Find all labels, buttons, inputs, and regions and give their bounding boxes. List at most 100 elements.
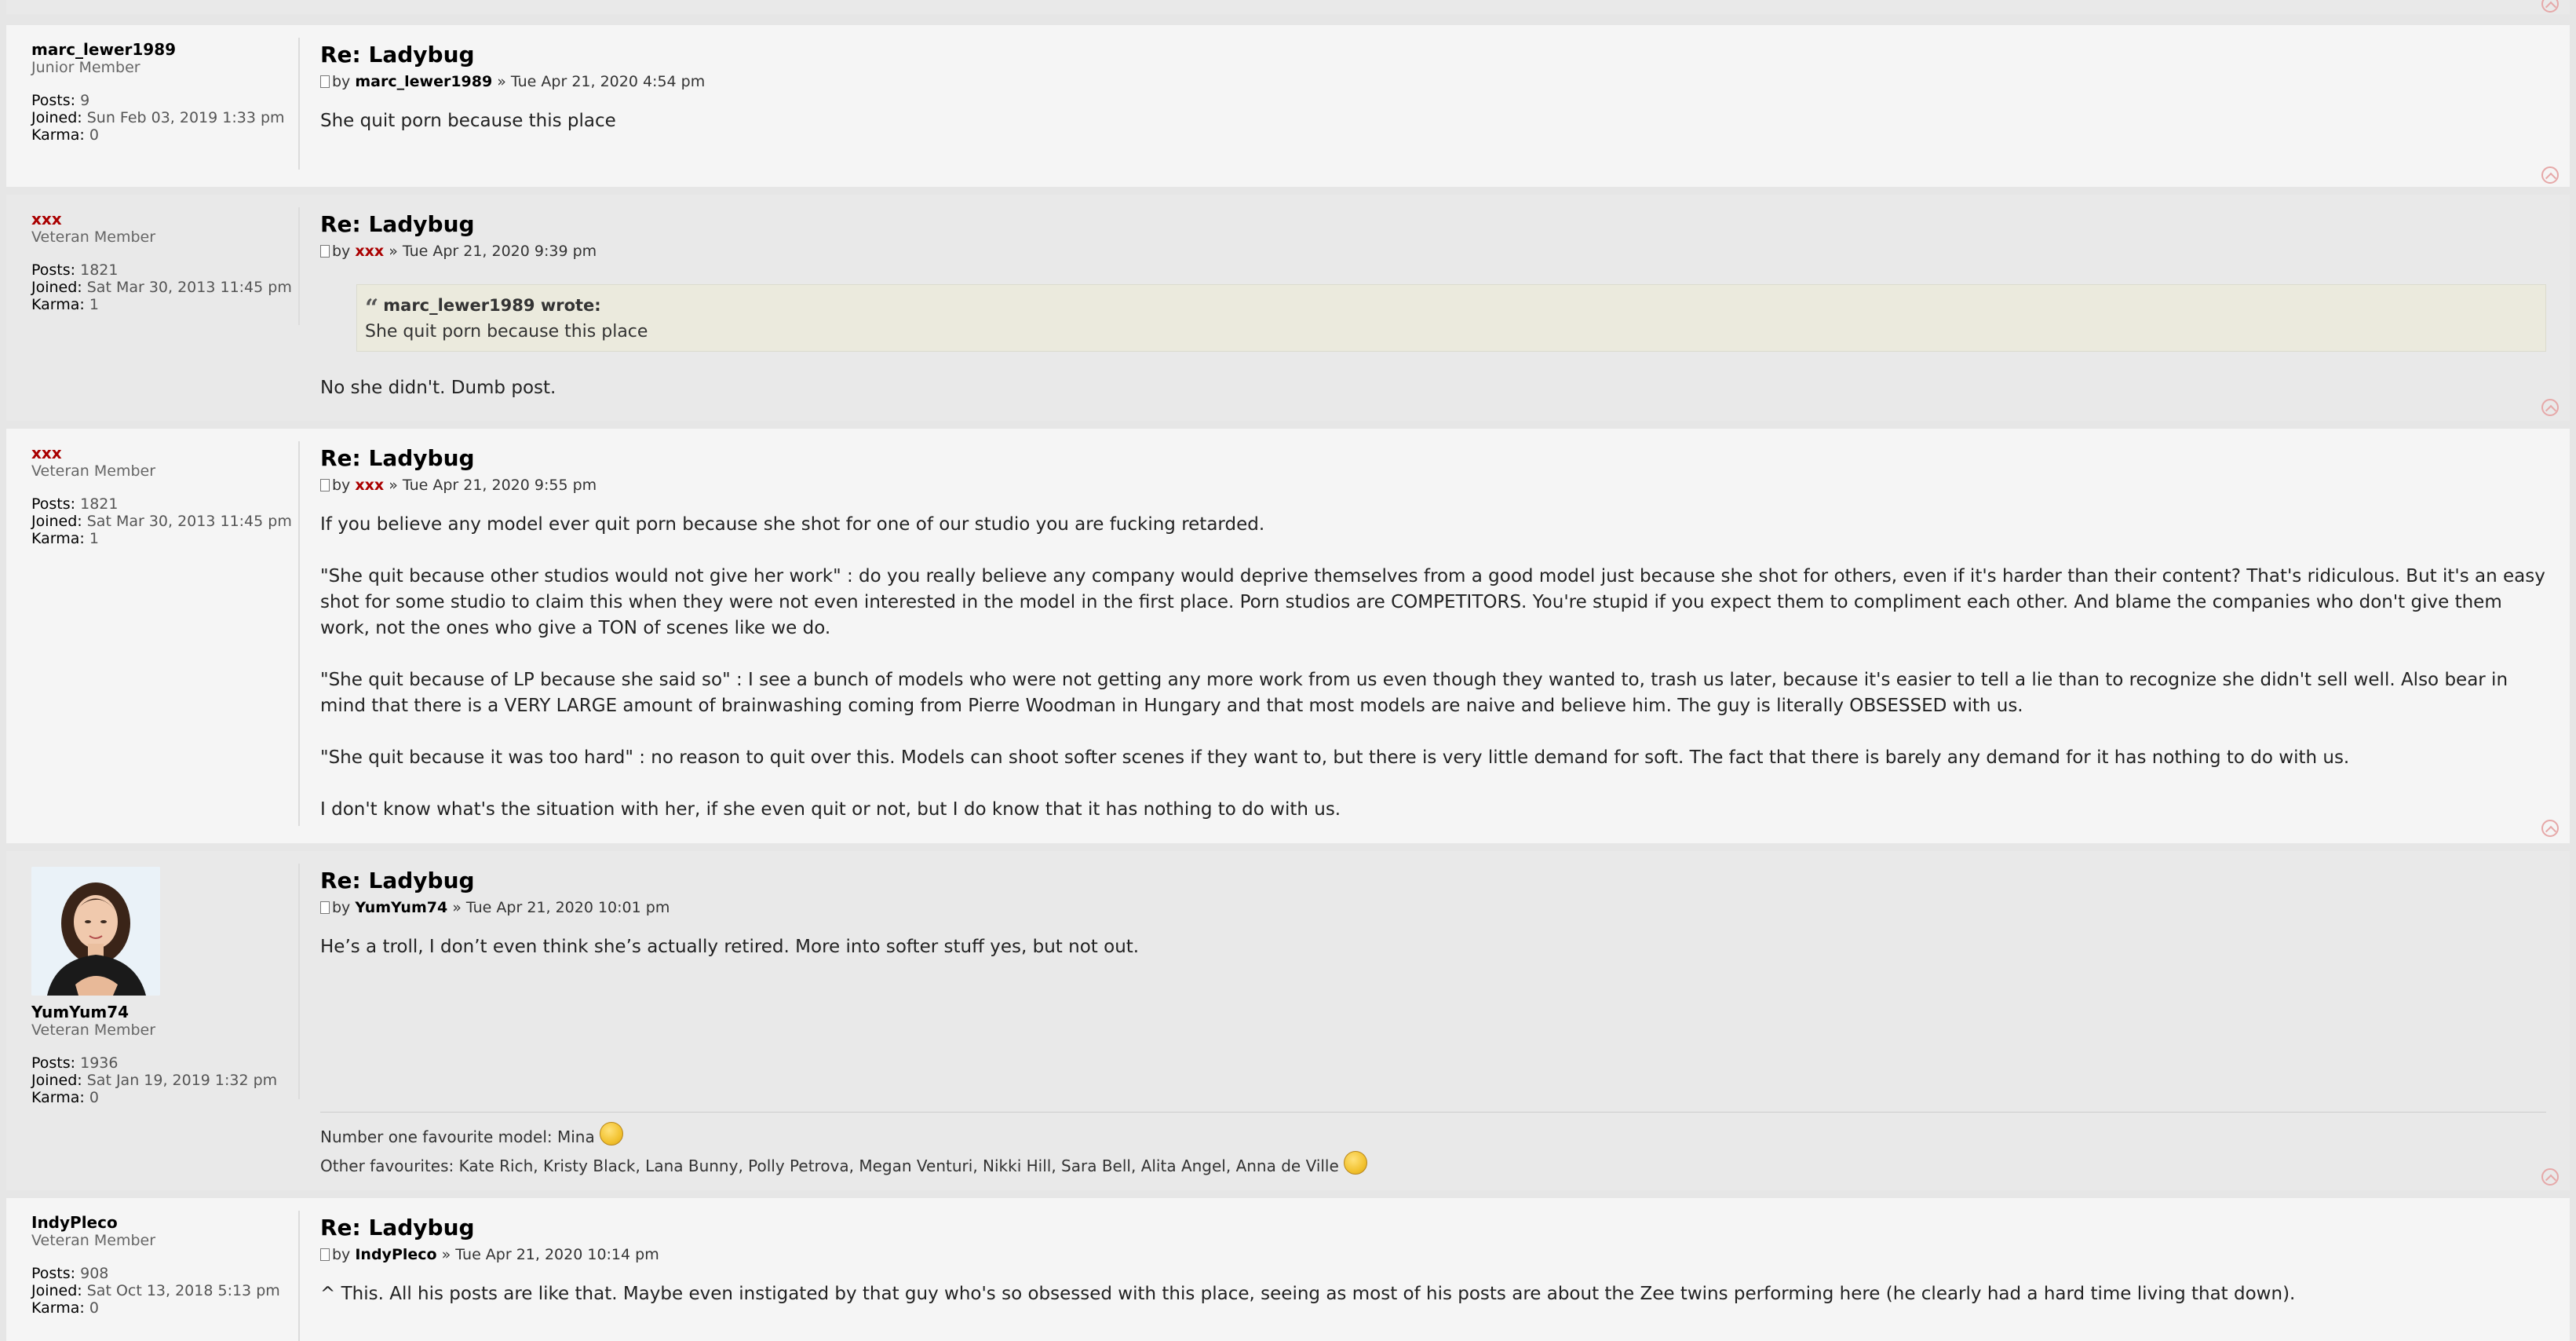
post-count-label: Posts: bbox=[31, 495, 76, 513]
post-paragraph: "She quit because other studios would no… bbox=[320, 566, 2545, 638]
joined-date: Joined: Sat Mar 30, 2013 11:45 pm bbox=[31, 279, 297, 296]
karma-label: Karma: bbox=[31, 1299, 85, 1317]
post-count: Posts: 9 bbox=[31, 92, 297, 109]
quote-icon: “ bbox=[365, 294, 379, 322]
username-link[interactable]: xxx bbox=[31, 210, 62, 228]
post-author-link[interactable]: xxx bbox=[355, 477, 384, 494]
back-to-top-icon[interactable] bbox=[2541, 166, 2559, 184]
post-count-label: Posts: bbox=[31, 1054, 76, 1072]
post-paragraph: No she didn't. Dumb post. bbox=[320, 378, 556, 398]
post-date: » Tue Apr 21, 2020 10:14 pm bbox=[441, 1246, 659, 1263]
by-label: by bbox=[332, 73, 351, 90]
post-title[interactable]: Re: Ladybug bbox=[320, 444, 2546, 473]
karma-value: 0 bbox=[89, 1089, 99, 1106]
joined-label: Joined: bbox=[31, 513, 82, 530]
profile-divider bbox=[298, 441, 300, 826]
karma: Karma: 1 bbox=[31, 296, 297, 313]
post-page-icon[interactable] bbox=[320, 75, 330, 88]
karma-value: 1 bbox=[89, 530, 99, 547]
back-to-top-icon[interactable] bbox=[2541, 820, 2559, 837]
user-signature: Number one favourite model: Mina Other f… bbox=[320, 1112, 2546, 1180]
post-paragraph: If you believe any model ever quit porn … bbox=[320, 514, 1265, 535]
karma-label: Karma: bbox=[31, 126, 85, 144]
username-link[interactable]: xxx bbox=[31, 444, 62, 462]
joined-value: Sat Oct 13, 2018 5:13 pm bbox=[86, 1282, 280, 1299]
karma-label: Karma: bbox=[31, 530, 85, 547]
quote-citation: “marc_lewer1989 wrote: bbox=[365, 294, 2538, 320]
back-to-top-icon[interactable] bbox=[2541, 1168, 2559, 1186]
post-profile: xxx Veteran Member Posts: 1821 Joined: S… bbox=[31, 444, 297, 547]
post-body: Re: Ladybug by YumYum74 » Tue Apr 21, 20… bbox=[320, 867, 2546, 986]
post-author-line: by xxx » Tue Apr 21, 2020 9:55 pm bbox=[320, 476, 2546, 495]
joined-label: Joined: bbox=[31, 279, 82, 296]
post-title[interactable]: Re: Ladybug bbox=[320, 41, 2546, 69]
karma-value: 0 bbox=[89, 126, 99, 144]
karma-label: Karma: bbox=[31, 296, 85, 313]
post-date: » Tue Apr 21, 2020 9:39 pm bbox=[389, 243, 597, 260]
post: YumYum74 Veteran Member Posts: 1936 Join… bbox=[6, 851, 2570, 1190]
quote-text: She quit porn because this place bbox=[365, 322, 648, 342]
post-title[interactable]: Re: Ladybug bbox=[320, 867, 2546, 895]
avatar-image bbox=[31, 867, 160, 996]
karma-value: 0 bbox=[89, 1299, 99, 1317]
post-count: Posts: 1821 bbox=[31, 495, 297, 513]
post-page-icon[interactable] bbox=[320, 245, 330, 258]
post-paragraph: "She quit because it was too hard" : no … bbox=[320, 747, 2350, 768]
post-paragraph: She quit porn because this place bbox=[320, 111, 616, 131]
back-to-top-icon[interactable] bbox=[2541, 0, 2559, 13]
user-rank: Veteran Member bbox=[31, 1232, 156, 1249]
joined-label: Joined: bbox=[31, 109, 82, 126]
post-author-line: by xxx » Tue Apr 21, 2020 9:39 pm bbox=[320, 242, 2546, 261]
post-content: No she didn't. Dumb post. bbox=[320, 375, 2546, 401]
previous-post-fragment bbox=[6, 0, 2570, 14]
karma: Karma: 0 bbox=[31, 126, 297, 144]
post-page-icon[interactable] bbox=[320, 479, 330, 491]
post-count-label: Posts: bbox=[31, 92, 76, 109]
post-page-icon[interactable] bbox=[320, 901, 330, 914]
profile-divider bbox=[298, 38, 300, 170]
post-count: Posts: 1821 bbox=[31, 261, 297, 279]
post-date: » Tue Apr 21, 2020 10:01 pm bbox=[452, 899, 670, 916]
profile-divider bbox=[298, 1211, 300, 1341]
joined-label: Joined: bbox=[31, 1072, 82, 1089]
post-content: He’s a troll, I don’t even think she’s a… bbox=[320, 934, 2546, 960]
post-title[interactable]: Re: Ladybug bbox=[320, 210, 2546, 239]
post-title[interactable]: Re: Ladybug bbox=[320, 1214, 2546, 1242]
smiley-wink-icon bbox=[1343, 1151, 1367, 1175]
post-paragraph: He’s a troll, I don’t even think she’s a… bbox=[320, 937, 1140, 957]
user-rank: Veteran Member bbox=[31, 1021, 156, 1039]
post-count-value[interactable]: 1936 bbox=[80, 1054, 118, 1072]
post-author-link[interactable]: marc_lewer1989 bbox=[355, 73, 492, 90]
username-link[interactable]: marc_lewer1989 bbox=[31, 40, 176, 59]
karma: Karma: 0 bbox=[31, 1089, 297, 1106]
joined-value: Sat Mar 30, 2013 11:45 pm bbox=[86, 513, 292, 530]
joined-value: Sat Jan 19, 2019 1:32 pm bbox=[86, 1072, 278, 1089]
post-count-value[interactable]: 1821 bbox=[80, 261, 118, 279]
karma: Karma: 1 bbox=[31, 530, 297, 547]
signature-text: Other favourites: Kate Rich, Kristy Blac… bbox=[320, 1156, 1339, 1175]
by-label: by bbox=[332, 899, 351, 916]
joined-value: Sun Feb 03, 2019 1:33 pm bbox=[86, 109, 285, 126]
post-author-link[interactable]: IndyPleco bbox=[355, 1246, 436, 1263]
post-author-link[interactable]: YumYum74 bbox=[355, 899, 447, 916]
post-count-value[interactable]: 908 bbox=[80, 1265, 108, 1282]
joined-date: Joined: Sat Mar 30, 2013 11:45 pm bbox=[31, 513, 297, 530]
post-paragraph: "She quit because of LP because she said… bbox=[320, 670, 2508, 716]
joined-date: Joined: Sat Oct 13, 2018 5:13 pm bbox=[31, 1282, 297, 1299]
post-count: Posts: 1936 bbox=[31, 1054, 297, 1072]
karma: Karma: 0 bbox=[31, 1299, 297, 1317]
by-label: by bbox=[332, 477, 351, 494]
joined-value: Sat Mar 30, 2013 11:45 pm bbox=[86, 279, 292, 296]
post-author-link[interactable]: xxx bbox=[355, 243, 384, 260]
username-link[interactable]: YumYum74 bbox=[31, 1003, 129, 1021]
post-count-label: Posts: bbox=[31, 261, 76, 279]
post-content: If you believe any model ever quit porn … bbox=[320, 512, 2546, 823]
post-author-line: by marc_lewer1989 » Tue Apr 21, 2020 4:5… bbox=[320, 72, 2546, 91]
back-to-top-icon[interactable] bbox=[2541, 399, 2559, 416]
post-page-icon[interactable] bbox=[320, 1248, 330, 1261]
post: xxx Veteran Member Posts: 1821 Joined: S… bbox=[6, 195, 2570, 421]
username-link[interactable]: IndyPleco bbox=[31, 1213, 118, 1232]
post-count-value[interactable]: 1821 bbox=[80, 495, 118, 513]
post-count-value[interactable]: 9 bbox=[80, 92, 89, 109]
post-body: Re: Ladybug by marc_lewer1989 » Tue Apr … bbox=[320, 41, 2546, 160]
